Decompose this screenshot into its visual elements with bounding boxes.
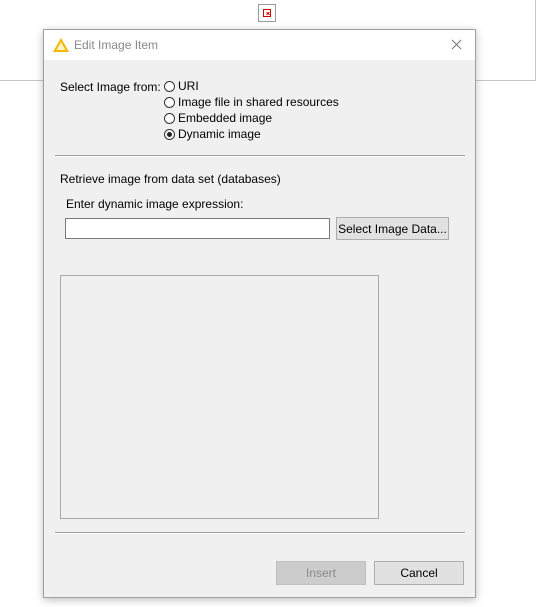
expression-label: Enter dynamic image expression:	[66, 197, 244, 211]
expression-input[interactable]	[65, 218, 330, 239]
radio-label: Dynamic image	[178, 127, 261, 141]
separator	[55, 155, 465, 157]
section-label: Retrieve image from data set (databases)	[60, 172, 281, 186]
title-bar: Edit Image Item	[44, 30, 475, 60]
broken-image-icon[interactable]	[258, 4, 276, 22]
cancel-button[interactable]: Cancel	[374, 561, 464, 585]
radio-button[interactable]	[164, 96, 175, 108]
radio-label: URI	[178, 79, 199, 93]
insert-button[interactable]: Insert	[276, 561, 366, 585]
radio-label: Image file in shared resources	[178, 95, 339, 109]
radio-option-dynamic[interactable]: Dynamic image	[164, 127, 261, 141]
close-button[interactable]	[441, 30, 471, 60]
select-image-data-button[interactable]: Select Image Data...	[336, 217, 449, 240]
radio-button[interactable]	[164, 80, 175, 92]
radio-option-embedded[interactable]: Embedded image	[164, 111, 272, 125]
separator	[55, 532, 465, 534]
radio-button[interactable]	[164, 112, 175, 124]
radio-label: Embedded image	[178, 111, 273, 125]
radio-button-selected[interactable]	[164, 128, 175, 140]
dialog-title: Edit Image Item	[74, 38, 159, 52]
radio-option-shared-resources[interactable]: Image file in shared resources	[164, 95, 339, 109]
edit-image-dialog: Edit Image Item Select Image from: URI I…	[43, 29, 476, 598]
warning-triangle-icon	[53, 38, 69, 52]
radio-option-uri[interactable]: URI	[164, 79, 199, 93]
select-image-label: Select Image from:	[60, 80, 161, 94]
image-preview	[60, 275, 379, 519]
